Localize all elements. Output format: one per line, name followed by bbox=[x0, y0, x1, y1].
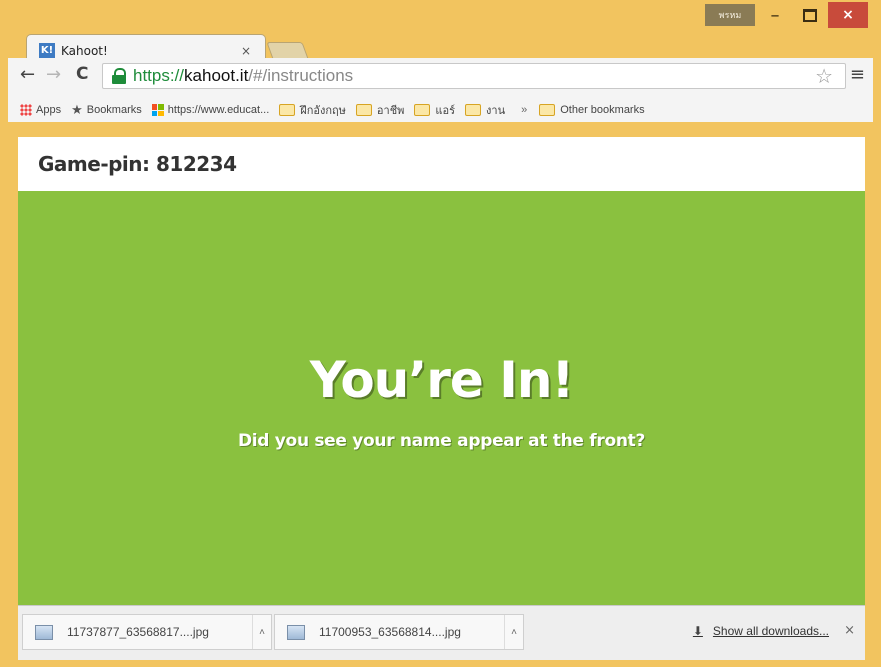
kahoot-favicon-icon: K! bbox=[39, 42, 55, 59]
tab-title: Kahoot! bbox=[61, 43, 108, 58]
download-shelf: 11737877_63568817....jpg ˄ 11700953_6356… bbox=[18, 605, 865, 660]
menu-icon[interactable]: ≡ bbox=[850, 64, 865, 85]
lock-icon[interactable] bbox=[111, 68, 127, 84]
bookmarks-bar: Apps ★ Bookmarks https://www.educat... ฝ… bbox=[8, 98, 873, 122]
bookmark-folder-3[interactable]: แอร์ bbox=[414, 101, 455, 119]
bookmark-folder-1[interactable]: ฝึกอังกฤษ bbox=[279, 101, 346, 119]
page-headline: You’re In! bbox=[309, 351, 575, 409]
back-arrow-icon[interactable]: ← bbox=[20, 64, 35, 85]
bookmark-bookmarks[interactable]: ★ Bookmarks bbox=[71, 102, 142, 118]
address-bar[interactable]: https://kahoot.it/#/instructions ☆ bbox=[102, 63, 846, 89]
url-scheme: https:// bbox=[133, 66, 185, 85]
bookmark-label: https://www.educat... bbox=[167, 104, 270, 116]
instructions-stage: You’re In! Did you see your name appear … bbox=[18, 191, 865, 605]
bookmark-label: Apps bbox=[36, 104, 62, 116]
folder-icon bbox=[279, 104, 296, 116]
image-file-icon bbox=[287, 624, 305, 640]
folder-icon bbox=[414, 104, 431, 116]
microsoft-icon bbox=[151, 104, 164, 116]
download-options-chevron-icon[interactable]: ˄ bbox=[252, 615, 271, 649]
image-file-icon bbox=[35, 624, 53, 640]
maximize-icon bbox=[803, 8, 817, 22]
bookmark-label: งาน bbox=[486, 105, 506, 117]
bookmark-label: Bookmarks bbox=[86, 104, 142, 116]
download-arrow-icon: ⬇ bbox=[692, 624, 703, 638]
bookmark-label: อาชีพ bbox=[376, 105, 405, 117]
bookmark-label: ฝึกอังกฤษ bbox=[300, 105, 346, 117]
game-pin: Game-pin: 812234 bbox=[38, 152, 237, 176]
folder-icon bbox=[539, 104, 556, 116]
bookmark-star-icon[interactable]: ☆ bbox=[815, 64, 833, 88]
folder-icon bbox=[465, 104, 482, 116]
bookmark-label: แอร์ bbox=[435, 105, 456, 117]
bookmark-other[interactable]: Other bookmarks bbox=[539, 104, 645, 116]
download-item[interactable]: 11700953_63568814....jpg ˄ bbox=[274, 614, 524, 650]
tab-close-icon[interactable]: × bbox=[241, 44, 251, 58]
bookmark-educat[interactable]: https://www.educat... bbox=[151, 104, 270, 116]
download-options-chevron-icon[interactable]: ˄ bbox=[504, 615, 523, 649]
download-item[interactable]: 11737877_63568817....jpg ˄ bbox=[22, 614, 272, 650]
url-text: https://kahoot.it/#/instructions bbox=[133, 66, 353, 86]
bookmark-folder-4[interactable]: งาน bbox=[465, 101, 505, 119]
folder-icon bbox=[355, 104, 372, 116]
maximize-button[interactable] bbox=[794, 2, 826, 28]
show-all-downloads-link[interactable]: ⬇ Show all downloads... bbox=[693, 624, 829, 638]
reload-icon[interactable]: C bbox=[76, 64, 88, 84]
profile-badge[interactable]: พรหม bbox=[705, 4, 755, 26]
page-subline: Did you see your name appear at the fron… bbox=[237, 431, 646, 451]
download-filename: 11737877_63568817....jpg bbox=[67, 625, 209, 639]
url-host: kahoot.it bbox=[184, 66, 249, 85]
star-icon: ★ bbox=[71, 102, 83, 117]
page-header: Game-pin: 812234 bbox=[18, 137, 865, 191]
bookmark-folder-2[interactable]: อาชีพ bbox=[355, 101, 405, 119]
bookmarks-overflow-chevron-icon[interactable]: » bbox=[521, 104, 527, 116]
show-all-label: Show all downloads... bbox=[712, 624, 829, 638]
close-shelf-icon[interactable]: × bbox=[844, 623, 855, 638]
bookmark-label: Other bookmarks bbox=[560, 104, 645, 116]
minimize-button[interactable]: – bbox=[759, 2, 791, 28]
bookmark-apps[interactable]: Apps bbox=[20, 104, 61, 116]
download-filename: 11700953_63568814....jpg bbox=[319, 625, 461, 639]
close-window-button[interactable]: × bbox=[828, 2, 868, 28]
forward-arrow-icon[interactable]: → bbox=[46, 64, 61, 85]
url-path: /#/instructions bbox=[248, 66, 354, 85]
apps-icon bbox=[20, 104, 32, 116]
